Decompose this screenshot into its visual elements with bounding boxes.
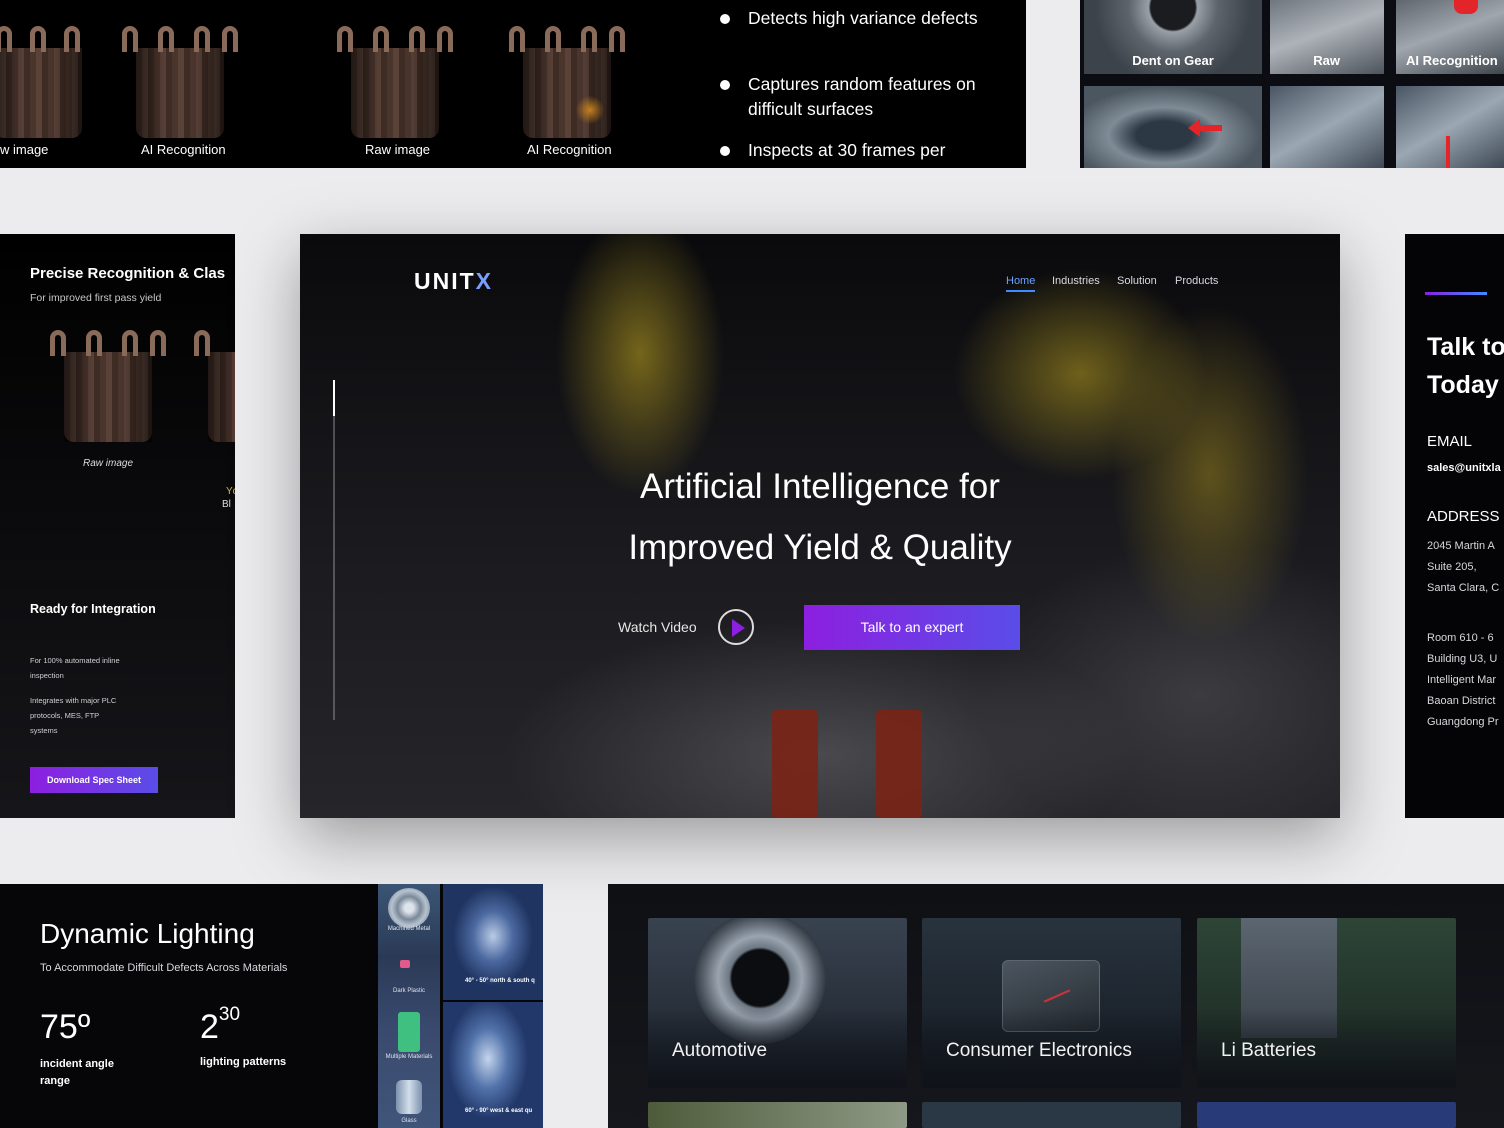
stat-patterns-value: 230 [200,1004,241,1046]
stat-angle-label: incident angle range [40,1058,114,1087]
angle-label: 60° - 90° west & east qu [465,1108,533,1114]
download-spec-button[interactable]: Download Spec Sheet [30,767,158,793]
multiple-materials-thumb [398,1012,420,1052]
brush-image-2 [118,22,242,142]
brush-image-1 [0,22,100,142]
play-icon [732,619,745,637]
industry-name: Automotive [672,1040,768,1061]
material-label: Glass [401,1118,417,1124]
material-label: Multiple Materials [385,1054,433,1060]
bullet-item: Captures random features on difficult su… [720,72,980,122]
hole-tile [1084,86,1262,168]
lighting-subtitle: To Accommodate Difficult Defects Across … [40,962,288,974]
caption-raw-image: w image [0,142,49,157]
left-panel: Precise Recognition & Clas For improved … [0,234,235,818]
email-label: EMAIL [1427,433,1473,450]
contact-title: Talk to Today [1427,333,1504,399]
caption-raw-image: Raw image [365,142,431,157]
unitx-logo[interactable]: UNITX [414,268,493,295]
caption-ai-recognition: AI Recognition [141,142,226,157]
bullet-item: Inspects at 30 frames per [720,138,1020,163]
talk-to-expert-button[interactable]: Talk to an expert [804,605,1020,650]
cut-caption: Yc [226,486,235,497]
industry-card[interactable] [1197,1102,1456,1128]
lighting-title: Dynamic Lighting [40,918,255,949]
metal-tile [1270,86,1384,168]
cut-caption: Bl [222,499,231,510]
hero-red-box [876,710,922,818]
material-label: Dark Plastic [392,988,425,994]
industry-card-li-batteries[interactable]: Li Batteries [1197,918,1456,1088]
industry-name: Li Batteries [1221,1040,1317,1061]
brush-image [46,326,170,446]
industries-panel: Automotive Consumer Electronics Li Batte… [608,884,1504,1128]
plc-text: Integrates with major PLC protocols, MES… [30,696,117,735]
nav-solution[interactable]: Solution [1117,275,1157,287]
lighting-panel: Dynamic Lighting To Accommodate Difficul… [0,884,543,1128]
bottle-image-top: 40° - 50° north & south q [443,884,543,1000]
brush-image-3 [333,22,457,142]
gear-raw-tile: Raw [1270,0,1384,74]
industry-card-consumer-electronics[interactable]: Consumer Electronics [922,918,1181,1088]
logo-x-mark: X [475,268,494,294]
section-subtitle: For improved first pass yield [30,292,162,304]
gear-dent-tile: Dent on Gear [1084,0,1262,74]
hero-headline: Artificial Intelligence for Improved Yie… [628,467,1012,567]
hero-panel: UNITX Home Industries Solution Products … [300,234,1340,818]
dark-plastic-thumb [400,960,410,968]
raw-image-caption: Raw image [83,458,134,469]
caption-ai-recognition: AI Recognition [527,142,612,157]
metal-ai-tile [1396,86,1504,168]
gear-ai-tile: AI Recognition [1396,0,1504,74]
machined-metal-thumb [388,888,430,928]
bottle-image-bottom: 60° - 90° west & east qu [443,1002,543,1128]
industry-card[interactable] [648,1102,907,1128]
scroll-indicator[interactable] [333,380,335,720]
material-label: Machined Metal [387,926,431,932]
stat-patterns-label: lighting patterns [200,1056,287,1068]
top-left-panel: w image AI Recognition Raw image AI Reco… [0,0,1026,168]
material-strip: Machined Metal Dark Plastic Multiple Mat… [378,884,440,1128]
contact-panel: Talk to Today EMAIL sales@unitxla ADDRES… [1405,234,1504,818]
integration-text: For 100% automated inline inspection [30,656,120,680]
angle-label: 40° - 50° north & south q [465,978,535,984]
brush-image-4 [505,22,629,142]
nav-industries[interactable]: Industries [1052,275,1100,287]
address-china: Room 610 - 6 Building U3, U Intelligent … [1427,632,1499,728]
brush-image-cut [190,326,235,446]
industry-name: Consumer Electronics [946,1040,1132,1061]
address-us: 2045 Martin A Suite 205, Santa Clara, C [1427,540,1500,594]
top-right-panel: Dent on Gear Raw AI Recognition [1080,0,1504,168]
email-value[interactable]: sales@unitxla [1427,462,1501,474]
bullet-item: Detects high variance defects [720,6,980,31]
hero-red-box [772,710,818,818]
industry-card[interactable] [922,1102,1181,1128]
industry-card-automotive[interactable]: Automotive [648,918,907,1088]
nav-products[interactable]: Products [1175,275,1218,287]
nav-home[interactable]: Home [1006,275,1036,292]
stat-angle-value: 75º [40,1008,91,1046]
section-title: Precise Recognition & Clas [30,265,226,282]
play-button[interactable] [718,609,754,645]
watch-video-label[interactable]: Watch Video [618,619,697,635]
address-label: ADDRESS [1427,508,1500,525]
integration-title: Ready for Integration [30,602,156,616]
glass-thumb [396,1080,422,1114]
accent-line [1425,292,1487,295]
